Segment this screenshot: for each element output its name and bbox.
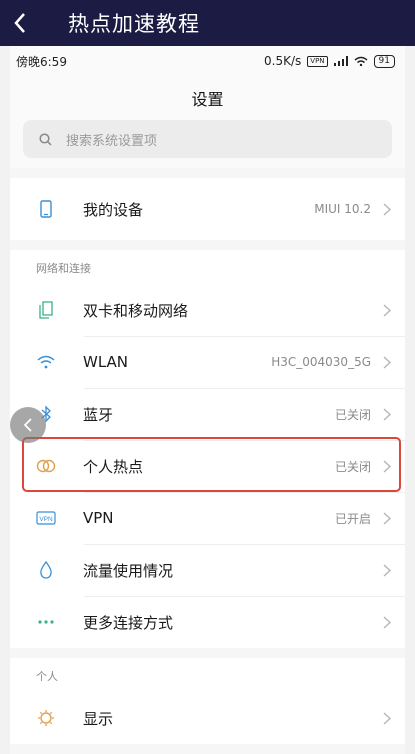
battery-indicator: 91: [373, 54, 395, 68]
chevron-right-icon: [383, 615, 405, 629]
my-device-label: 我的设备: [83, 200, 144, 219]
vpn-badge: VPN: [307, 55, 328, 67]
data-usage-row[interactable]: 流量使用情况: [10, 544, 405, 596]
chevron-right-icon: [383, 407, 405, 421]
network-speed: 0.5K/s: [264, 54, 302, 68]
wlan-label: WLAN: [83, 353, 129, 371]
hotspot-highlight-box: [22, 437, 401, 492]
dual-sim-label: 双卡和移动网络: [83, 301, 189, 320]
section-title-personal: 个人: [36, 670, 58, 683]
page-title: 设置: [10, 76, 405, 120]
wlan-value: H3C_004030_5G: [271, 355, 371, 369]
chevron-right-icon: [383, 355, 405, 369]
my-device-row[interactable]: 我的设备 MIUI 10.2: [10, 178, 405, 240]
more-connections-row[interactable]: 更多连接方式: [10, 596, 405, 648]
status-time: 傍晚6:59: [16, 54, 67, 69]
chevron-right-icon: [383, 711, 405, 725]
signal-icon: [333, 56, 348, 66]
chevron-right-icon: [383, 511, 405, 525]
display-label: 显示: [83, 709, 114, 728]
phone-icon: [36, 199, 56, 219]
data-drop-icon: [36, 560, 56, 580]
device-group: 我的设备 MIUI 10.2: [10, 178, 405, 240]
vpn-value: 已开启: [334, 511, 371, 526]
vpn-label: VPN: [83, 509, 114, 527]
app-bar: 热点加速教程: [0, 0, 415, 46]
wifi-status-icon: [354, 56, 368, 66]
search-icon: [39, 132, 52, 146]
brightness-icon: [36, 708, 56, 728]
sim-card-icon: [36, 300, 56, 320]
wifi-icon: [36, 352, 56, 372]
bluetooth-label: 蓝牙: [83, 405, 114, 424]
data-usage-label: 流量使用情况: [83, 561, 174, 580]
more-connections-label: 更多连接方式: [83, 613, 174, 632]
my-device-value: MIUI 10.2: [314, 202, 371, 216]
chevron-right-icon: [383, 303, 405, 317]
chevron-right-icon: [383, 202, 405, 216]
dual-sim-row[interactable]: 双卡和移动网络: [10, 284, 405, 336]
wlan-row[interactable]: WLAN H3C_004030_5G: [10, 336, 405, 388]
more-dots-icon: [36, 612, 56, 632]
personal-group: 个人 显示: [10, 658, 405, 744]
search-input[interactable]: 搜索系统设置项: [23, 120, 392, 158]
display-row[interactable]: 显示: [10, 692, 405, 744]
chevron-right-icon: [383, 563, 405, 577]
bluetooth-row[interactable]: 蓝牙 已关闭: [10, 388, 405, 440]
svg-text:VPN: VPN: [39, 516, 53, 523]
floating-back-button[interactable]: [10, 407, 46, 443]
vpn-row[interactable]: VPN VPN 已开启: [10, 492, 405, 544]
status-bar: 傍晚6:59 0.5K/s VPN 91: [10, 46, 405, 76]
bluetooth-value: 已关闭: [334, 407, 371, 422]
section-title-network: 网络和连接: [36, 262, 91, 275]
chevron-left-icon: [14, 13, 25, 33]
phone-screenshot: 傍晚6:59 0.5K/s VPN 91 设置 搜索系统设置项 我的设备 MIU…: [10, 46, 405, 754]
vpn-icon: VPN: [36, 508, 56, 528]
chevron-left-icon: [23, 418, 32, 432]
app-title: 热点加速教程: [68, 12, 200, 36]
search-placeholder: 搜索系统设置项: [66, 133, 158, 149]
back-button[interactable]: [0, 0, 40, 46]
